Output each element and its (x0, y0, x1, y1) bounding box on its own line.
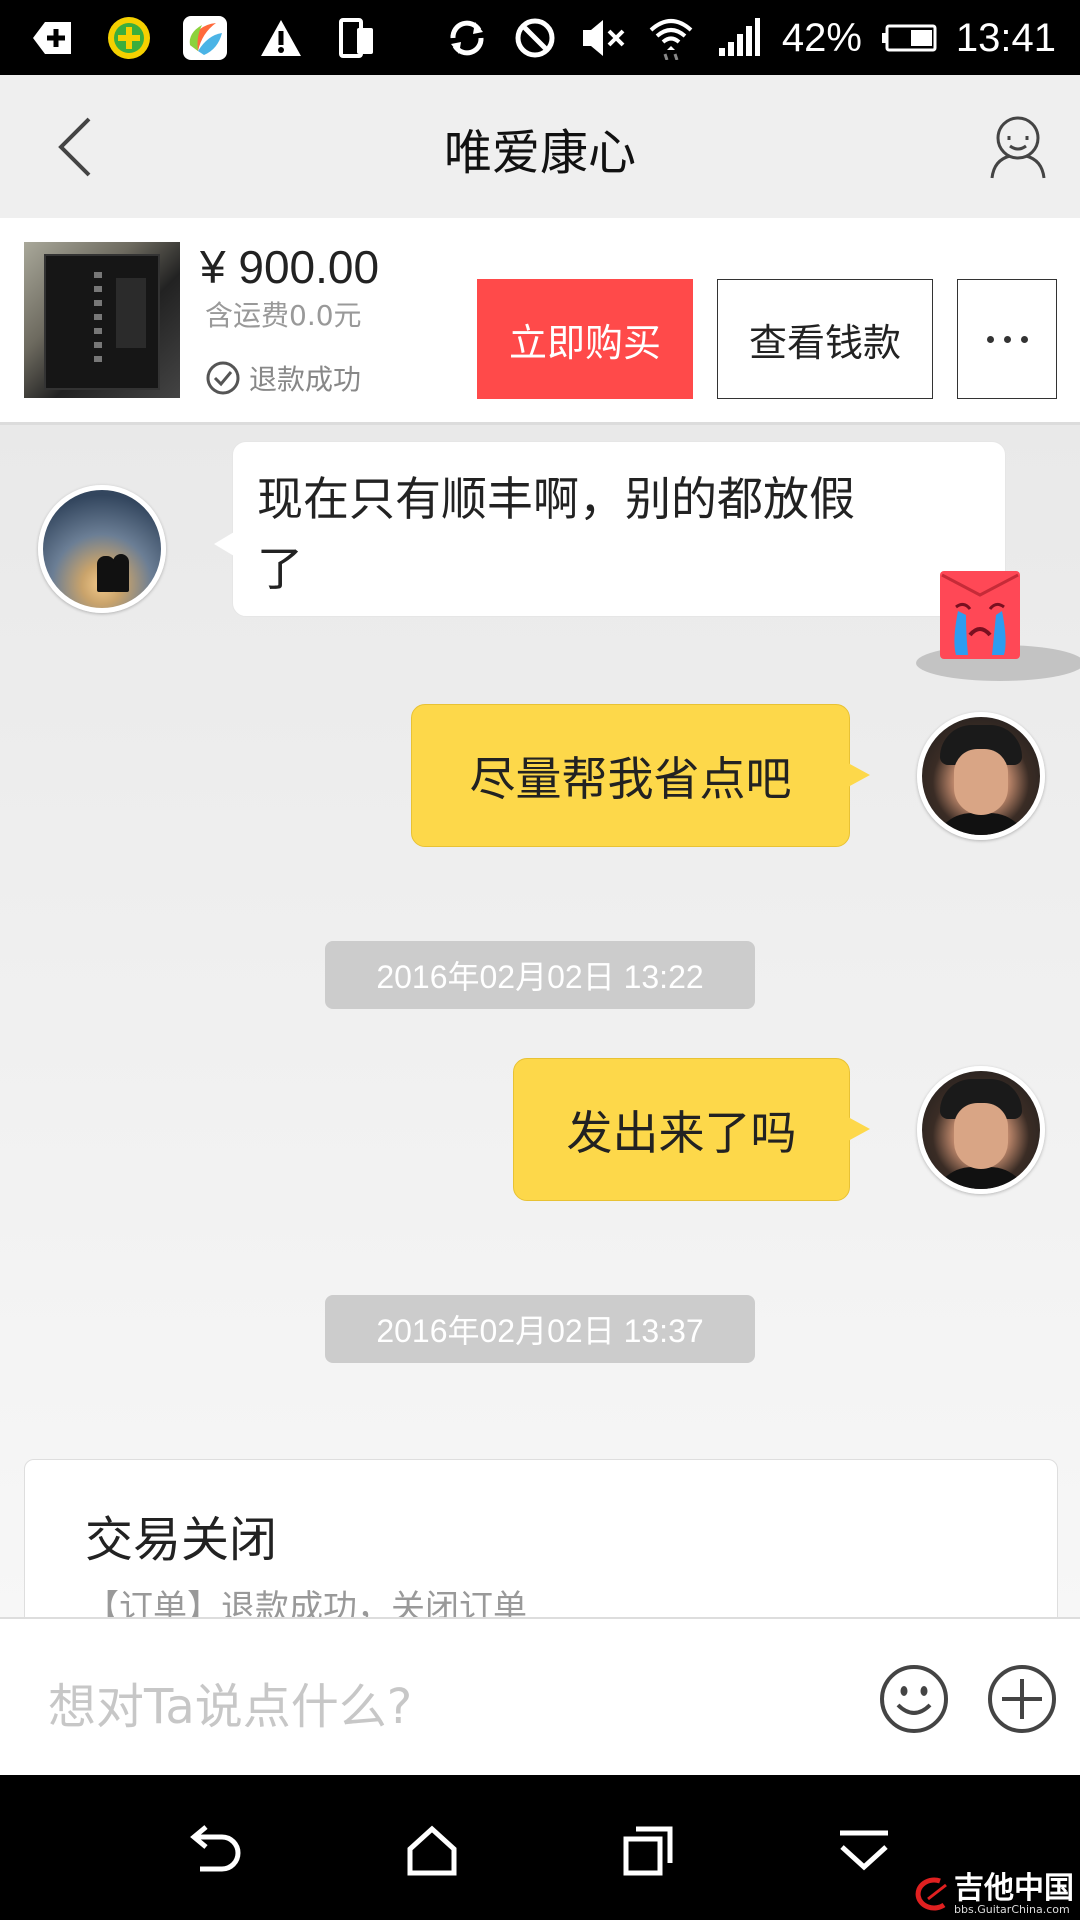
message-input-bar: 想对Ta说点什么? (0, 1617, 1080, 1777)
message-bubble-outgoing[interactable]: 尽量帮我省点吧 (411, 704, 870, 847)
chat-title: 唯爱康心 (443, 125, 636, 181)
shipping-fee: 含运费0.0元 (205, 299, 362, 332)
message-text: 尽量帮我省点吧 (469, 751, 792, 806)
sync-icon (442, 13, 492, 63)
watermark: 吉他中国 bbs.GuitarChina.com (910, 1874, 1074, 1916)
status-time: 13:41 (955, 15, 1056, 60)
emoji-button[interactable] (878, 1663, 950, 1735)
product-bar: ¥ 900.00 含运费0.0元 退款成功 立即购买 查看钱款 (0, 218, 1080, 425)
product-thumbnail[interactable] (24, 242, 180, 398)
wifi-icon (646, 13, 696, 63)
smiley-icon (880, 1665, 948, 1733)
check-circle-icon (206, 361, 240, 395)
colorful-app-icon (180, 13, 230, 63)
back-key[interactable] (184, 1819, 248, 1883)
more-button[interactable] (957, 279, 1057, 399)
message-text: 现在只有顺丰啊，别的都放假 (257, 472, 855, 526)
message-input[interactable]: 想对Ta说点什么? (48, 1667, 412, 1737)
warning-icon (256, 13, 306, 63)
system-nav-bar: 吉他中国 bbs.GuitarChina.com (0, 1775, 1080, 1920)
order-status-title: 交易关闭 (85, 1512, 278, 1568)
screen: 42% 13:41 唯爱康心 ¥ 900.00 含运费0.0元 退款成功 立即购… (0, 0, 1080, 1920)
message-bubble-outgoing[interactable]: 发出来了吗 (513, 1058, 870, 1201)
user-icon (990, 116, 1046, 179)
message-timestamp: 2016年02月02日 13:22 (325, 941, 755, 1009)
undo-arrow-icon (190, 1825, 241, 1872)
profile-button[interactable] (980, 109, 1056, 185)
mute-icon (578, 13, 628, 63)
plus-box-icon (28, 13, 78, 63)
battery-percent: 42% (781, 15, 862, 60)
refund-status-label: 退款成功 (249, 363, 362, 396)
order-status-card[interactable]: 交易关闭 【订单】退款成功，关闭订单 (24, 1459, 1058, 1617)
screen-rotate-icon (332, 13, 382, 63)
home-key[interactable] (400, 1819, 464, 1883)
recent-apps-icon (623, 1826, 673, 1876)
message-timestamp: 2016年02月02日 13:37 (325, 1295, 755, 1363)
more-dots-icon (986, 335, 994, 343)
watermark-text: 吉他中国 (954, 1871, 1074, 1906)
status-bar: 42% 13:41 (0, 0, 1080, 75)
crying-emoji-icon (916, 571, 1080, 681)
message-text: 发出来了吗 (566, 1105, 797, 1160)
seller-avatar[interactable] (38, 485, 166, 613)
chevron-down-icon (840, 1830, 888, 1871)
blocked-icon (510, 13, 560, 63)
product-price: ¥ 900.00 (200, 241, 380, 293)
recents-key[interactable] (616, 1819, 680, 1883)
plus-circle-icon (988, 1665, 1056, 1733)
hide-keyboard-key[interactable] (832, 1819, 896, 1883)
order-status-subtitle: 【订单】退款成功，关闭订单 (85, 1588, 527, 1617)
message-bubble-incoming[interactable]: 现在只有顺丰啊，别的都放假 了 (214, 441, 1006, 617)
signal-icon (714, 13, 764, 63)
refund-status: 退款成功 (205, 358, 361, 398)
watermark-url: bbs.GuitarChina.com (954, 1903, 1070, 1916)
my-avatar[interactable] (917, 712, 1045, 840)
security-app-icon (104, 13, 154, 63)
view-payment-button[interactable]: 查看钱款 (717, 279, 933, 399)
add-attachment-button[interactable] (986, 1663, 1058, 1735)
buy-now-button[interactable]: 立即购买 (477, 279, 693, 399)
my-avatar[interactable] (917, 1066, 1045, 1194)
nav-bar: 唯爱康心 (0, 75, 1080, 219)
chat-area[interactable]: 现在只有顺丰啊，别的都放假 了 尽量帮我省点吧 2016年02月02日 13:2… (0, 425, 1080, 1617)
battery-icon (880, 13, 938, 63)
message-text: 了 (257, 542, 303, 596)
guitar-logo-icon (915, 1877, 947, 1911)
home-icon (407, 1825, 457, 1876)
